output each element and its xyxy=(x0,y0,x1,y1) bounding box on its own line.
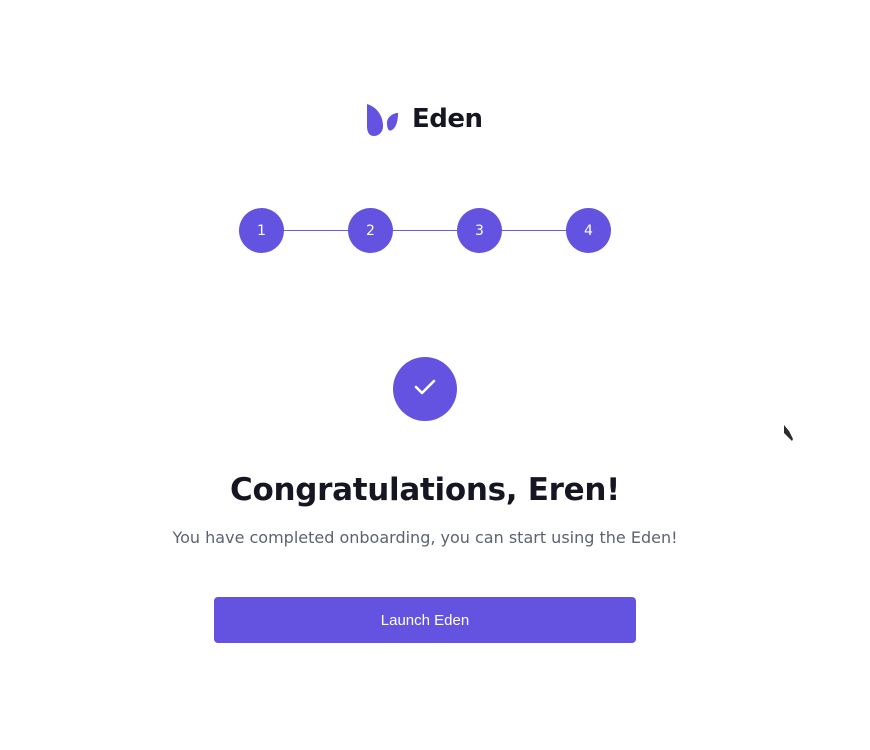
success-badge xyxy=(393,357,457,421)
mouse-pointer-icon xyxy=(783,424,795,446)
launch-eden-button[interactable]: Launch Eden xyxy=(214,597,636,643)
onboarding-complete-page: Eden 1 2 3 4 Congratulations, Eren! You … xyxy=(0,0,870,750)
eden-leaf-logo-icon xyxy=(366,102,399,136)
eden-logo: Eden xyxy=(366,101,483,137)
brand-name: Eden xyxy=(412,104,483,134)
onboarding-stepper: 1 2 3 4 xyxy=(239,208,611,253)
step-1[interactable]: 1 xyxy=(239,208,284,253)
step-2[interactable]: 2 xyxy=(348,208,393,253)
stepper-connector xyxy=(261,230,589,231)
congratulations-heading: Congratulations, Eren! xyxy=(230,472,620,508)
completion-message: You have completed onboarding, you can s… xyxy=(172,528,678,547)
step-3[interactable]: 3 xyxy=(457,208,502,253)
step-4[interactable]: 4 xyxy=(566,208,611,253)
checkmark-icon xyxy=(414,379,436,399)
